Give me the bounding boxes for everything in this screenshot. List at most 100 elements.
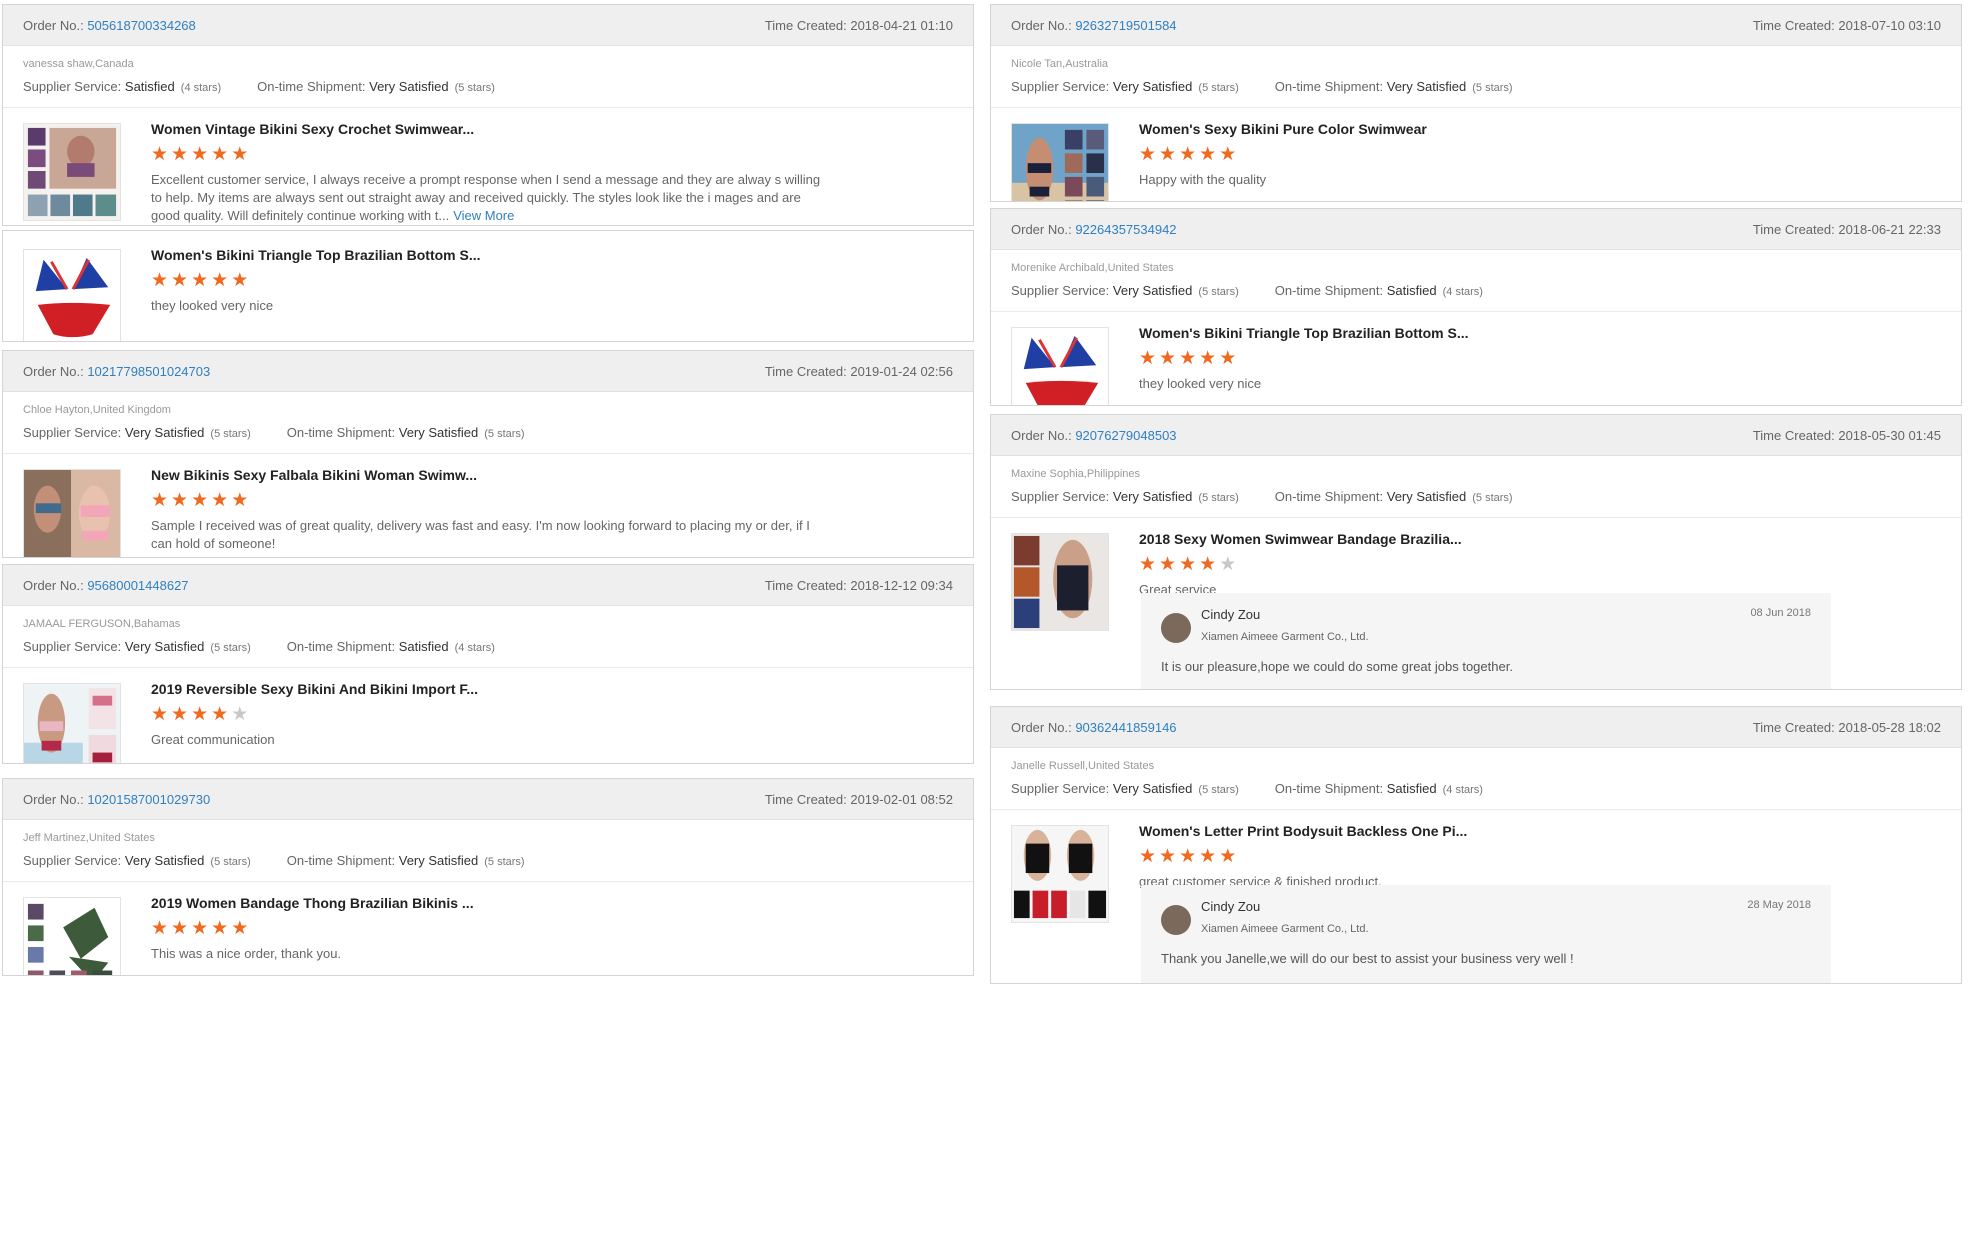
time-value: 2018-05-30 01:45 bbox=[1838, 427, 1941, 443]
review-card: Order No.: 92632719501584 Time Created: 2… bbox=[990, 4, 1962, 202]
product-title[interactable]: Women's Sexy Bikini Pure Color Swimwear bbox=[1139, 121, 1499, 137]
product-title[interactable]: 2019 Women Bandage Thong Brazilian Bikin… bbox=[151, 895, 511, 911]
supplier-service-label: Supplier Service: bbox=[23, 425, 122, 440]
swimwear-grid-thumbnail[interactable] bbox=[23, 123, 121, 221]
reply-text: Thank you Janelle,we will do our best to… bbox=[1161, 951, 1574, 966]
review-item: New Bikinis Sexy Falbala Bikini Woman Sw… bbox=[3, 451, 973, 557]
product-title[interactable]: 2019 Reversible Sexy Bikini And Bikini I… bbox=[151, 681, 511, 697]
product-title[interactable]: Women's Letter Print Bodysuit Backless O… bbox=[1139, 823, 1499, 839]
buyer-name-country: Morenike Archibald,United States bbox=[1011, 262, 1174, 274]
shipment-rating: On-time Shipment: Satisfied (4 stars) bbox=[1275, 283, 1483, 298]
shipment-rating: On-time Shipment: Very Satisfied (5 stars… bbox=[287, 853, 525, 868]
supplier-reply: Cindy Zou Xiamen Aimeee Garment Co., Ltd.… bbox=[1141, 593, 1831, 689]
star-icon: ★ bbox=[231, 490, 249, 511]
bodysuit-thumbnail[interactable] bbox=[1011, 825, 1109, 923]
review-item: Women's Bikini Triangle Top Brazilian Bo… bbox=[3, 231, 973, 341]
time-created: Time Created: 2018-04-21 01:10 bbox=[765, 18, 953, 33]
buyer-name-country: Nicole Tan,Australia bbox=[1011, 58, 1109, 70]
buyer-name-country: Janelle Russell,United States bbox=[1011, 760, 1155, 772]
product-star-rating: ★ ★ ★ ★ ★ bbox=[151, 919, 823, 939]
order-label: Order No.: bbox=[23, 577, 84, 593]
shipment-label: On-time Shipment: bbox=[1274, 283, 1384, 298]
order-link[interactable]: 92264357534942 bbox=[1075, 222, 1176, 237]
falbala-bikini-thumbnail[interactable] bbox=[23, 469, 121, 557]
shipment-stars: (4 stars) bbox=[1442, 784, 1483, 796]
supplier-service-label: Supplier Service: bbox=[1011, 489, 1110, 504]
time-value: 2018-07-10 03:10 bbox=[1838, 17, 1941, 33]
order-label: Order No.: bbox=[23, 791, 84, 807]
time-value: 2019-02-01 08:52 bbox=[850, 791, 953, 807]
time-created: Time Created: 2018-05-28 18:02 bbox=[1753, 720, 1941, 735]
product-title[interactable]: Women's Bikini Triangle Top Brazilian Bo… bbox=[1139, 325, 1499, 341]
star-icon: ★ bbox=[1179, 554, 1197, 575]
time-value: 2019-01-24 02:56 bbox=[850, 363, 953, 379]
product-star-rating: ★ ★ ★ ★ ★ bbox=[151, 271, 823, 291]
star-icon: ★ bbox=[1159, 846, 1177, 867]
star-icon: ★ bbox=[1139, 554, 1157, 575]
red-bikini-thumbnail[interactable] bbox=[23, 249, 121, 341]
star-icon: ★ bbox=[1199, 348, 1217, 369]
red-bikini-thumbnail[interactable] bbox=[1011, 327, 1109, 405]
order-link[interactable]: 92076279048503 bbox=[1075, 428, 1176, 443]
service-ratings: Supplier Service: Satisfied (4 stars) On-t… bbox=[23, 79, 953, 94]
supplier-service-rating: Supplier Service: Very Satisfied (5 stars… bbox=[1011, 489, 1239, 504]
order-link[interactable]: 10201587001029730 bbox=[87, 792, 210, 807]
review-card: Order No.: 95680001448627 Time Created: 2… bbox=[2, 564, 974, 764]
beach-bikini-thumbnail[interactable] bbox=[1011, 123, 1109, 201]
order-header: Order No.: 10201587001029730 Time Created… bbox=[3, 779, 973, 820]
star-icon: ★ bbox=[171, 704, 189, 725]
supplier-service-value: Very Satisfied bbox=[1112, 79, 1193, 94]
product-title[interactable]: New Bikinis Sexy Falbala Bikini Woman Sw… bbox=[151, 467, 511, 483]
review-card: Order No.: 505618700334268 Time Created: … bbox=[2, 4, 974, 226]
shipment-label: On-time Shipment: bbox=[286, 425, 396, 440]
supplier-service-value: Very Satisfied bbox=[1112, 489, 1193, 504]
star-icon: ★ bbox=[191, 490, 209, 511]
star-icon: ★ bbox=[1139, 846, 1157, 867]
review-card: Order No.: 92264357534942 Time Created: 2… bbox=[990, 208, 1962, 406]
star-icon: ★ bbox=[171, 490, 189, 511]
supplier-service-stars: (4 stars) bbox=[180, 82, 222, 94]
review-item: Women Vintage Bikini Sexy Crochet Swimwe… bbox=[3, 105, 973, 225]
shipment-value: Satisfied bbox=[1386, 781, 1437, 796]
shipment-rating: On-time Shipment: Very Satisfied (5 stars… bbox=[257, 79, 495, 94]
bandage-swimwear-thumbnail[interactable] bbox=[1011, 533, 1109, 631]
reversible-bikini-thumbnail[interactable] bbox=[23, 683, 121, 763]
shipment-rating: On-time Shipment: Satisfied (4 stars) bbox=[287, 639, 495, 654]
star-icon: ★ bbox=[1199, 144, 1217, 165]
shipment-stars: (5 stars) bbox=[1472, 492, 1513, 504]
service-ratings: Supplier Service: Very Satisfied (5 stars… bbox=[1011, 489, 1941, 504]
order-link[interactable]: 95680001448627 bbox=[87, 578, 188, 593]
star-icon: ★ bbox=[1219, 554, 1237, 575]
shipment-label: On-time Shipment: bbox=[1274, 79, 1384, 94]
star-icon: ★ bbox=[211, 490, 229, 511]
buyer-name-country: vanessa shaw,Canada bbox=[23, 58, 134, 70]
supplier-service-value: Very Satisfied bbox=[124, 639, 205, 654]
buyer-name-country: Jeff Martinez,United States bbox=[23, 832, 155, 844]
reply-company: Xiamen Aimeee Garment Co., Ltd. bbox=[1201, 923, 1369, 935]
buyer-name-country: Maxine Sophia,Philippines bbox=[1011, 468, 1141, 480]
reply-date: 28 May 2018 bbox=[1747, 899, 1811, 911]
time-value: 2018-04-21 01:10 bbox=[850, 17, 953, 33]
product-title[interactable]: Women's Bikini Triangle Top Brazilian Bo… bbox=[151, 247, 511, 263]
view-more-link[interactable]: View More bbox=[453, 208, 514, 223]
product-title[interactable]: 2018 Sexy Women Swimwear Bandage Brazili… bbox=[1139, 531, 1499, 547]
star-icon: ★ bbox=[191, 918, 209, 939]
order-label: Order No.: bbox=[23, 17, 84, 33]
order-link[interactable]: 505618700334268 bbox=[87, 18, 195, 33]
order-number: Order No.: 95680001448627 bbox=[23, 578, 189, 593]
time-created: Time Created: 2018-06-21 22:33 bbox=[1753, 222, 1941, 237]
star-icon: ★ bbox=[191, 704, 209, 725]
order-link[interactable]: 90362441859146 bbox=[1075, 720, 1176, 735]
review-card: Order No.: 90362441859146 Time Created: 2… bbox=[990, 706, 1962, 984]
order-header: Order No.: 95680001448627 Time Created: 2… bbox=[3, 565, 973, 606]
order-link[interactable]: 92632719501584 bbox=[1075, 18, 1176, 33]
supplier-service-rating: Supplier Service: Very Satisfied (5 stars… bbox=[23, 639, 251, 654]
bandage-bikini-thumbnail[interactable] bbox=[23, 897, 121, 975]
review-content: 2019 Reversible Sexy Bikini And Bikini I… bbox=[151, 681, 823, 749]
product-title[interactable]: Women Vintage Bikini Sexy Crochet Swimwe… bbox=[151, 121, 511, 137]
order-link[interactable]: 10217798501024703 bbox=[87, 364, 210, 379]
star-icon: ★ bbox=[1139, 144, 1157, 165]
supplier-service-rating: Supplier Service: Very Satisfied (5 stars… bbox=[23, 853, 251, 868]
review-card: Order No.: 92076279048503 Time Created: 2… bbox=[990, 414, 1962, 690]
product-star-rating: ★ ★ ★ ★ ★ bbox=[1139, 349, 1811, 369]
